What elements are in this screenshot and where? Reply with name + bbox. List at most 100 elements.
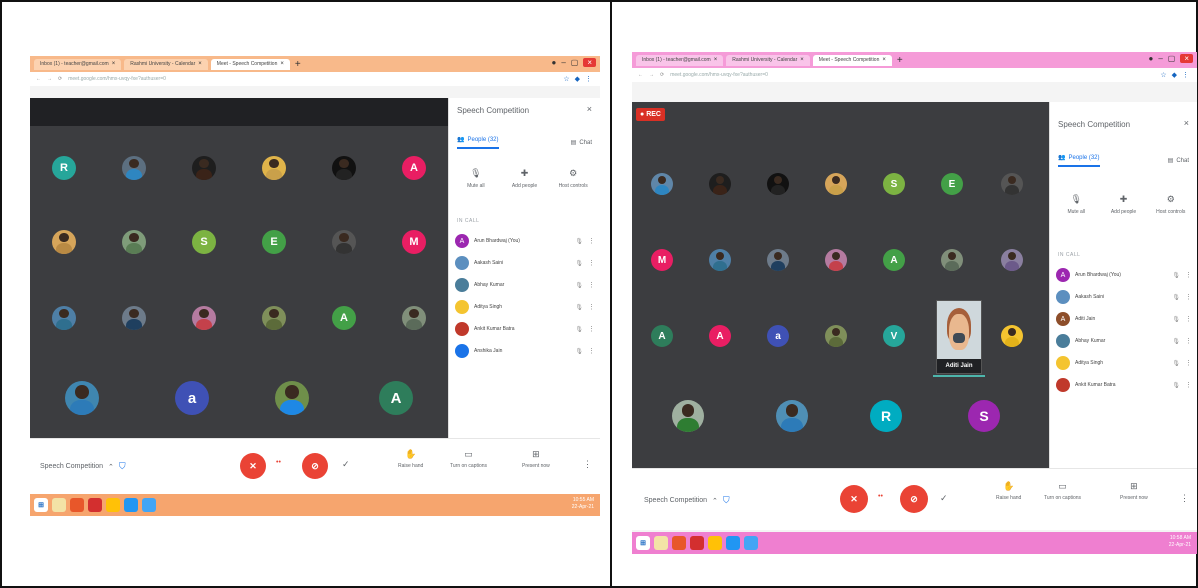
close-window-icon[interactable]: × (583, 58, 596, 67)
mic-icon[interactable]: 🎙 (1172, 338, 1180, 345)
mic-icon[interactable]: 🎙 (1172, 360, 1180, 367)
browser-tab[interactable]: Inbox (1) - teacher@gmail.com × (636, 54, 724, 66)
browser-tab-active[interactable]: Meet - Speech Competition × (812, 54, 892, 66)
more-options-icon[interactable]: ⋮ (588, 347, 595, 355)
more-options-icon[interactable]: ⋮ (1185, 315, 1192, 323)
participant-row[interactable]: Ankit Kumar Batra 🎙 ⋮ (455, 320, 595, 338)
more-options-icon[interactable]: ⋮ (588, 259, 595, 267)
mic-icon[interactable]: 🎙 (575, 304, 583, 311)
mic-icon[interactable]: 🎙 (575, 260, 583, 267)
more-options-icon[interactable]: ⋮ (588, 325, 595, 333)
meeting-details[interactable]: Speech Competition ⌃ ⛉ (644, 495, 730, 506)
browser-tab[interactable]: Inbox (1) - teacher@gmail.com × (34, 58, 122, 70)
star-icon[interactable]: ☆ (563, 75, 569, 83)
mute-all-button[interactable]: 🎙 Mute all (1056, 194, 1097, 215)
pdf-icon[interactable] (88, 498, 102, 512)
raise-hand-button[interactable]: ✋ Raise hand (398, 449, 423, 469)
chrome-icon[interactable] (106, 498, 120, 512)
present-now-button[interactable]: ⊞ Present now (1120, 481, 1148, 501)
participant-row[interactable]: Abhay Kumar 🎙 ⋮ (1056, 332, 1192, 350)
new-tab-icon[interactable]: + (897, 55, 903, 66)
mic-icon[interactable]: 🎙 (575, 348, 583, 355)
menu-icon[interactable]: ⋮ (1182, 71, 1189, 79)
add-people-button[interactable]: ✚ Add people (1103, 194, 1144, 215)
browser-tab-active[interactable]: Meet - Speech Competition × (210, 58, 290, 70)
menu-icon[interactable]: ⋮ (585, 75, 592, 83)
participant-row[interactable]: Aakash Saini 🎙 ⋮ (455, 254, 595, 272)
more-options-icon[interactable]: ⋮ (1185, 381, 1192, 389)
forward-icon[interactable]: → (47, 76, 52, 82)
meeting-details[interactable]: Speech Competition ⌃ ⛉ (40, 461, 126, 472)
tab-chat[interactable]: ▤ Chat (1168, 154, 1189, 167)
reload-icon[interactable]: ⟳ (660, 72, 664, 78)
more-options-icon[interactable]: ⋮ (588, 237, 595, 245)
start-icon[interactable]: ⊞ (34, 498, 48, 512)
more-options-icon[interactable]: ⋮ (1185, 271, 1192, 279)
mic-toggle-button[interactable]: ✕ (240, 453, 266, 479)
host-controls-button[interactable]: ⚙ Host controls (1151, 194, 1192, 215)
edge-icon[interactable] (124, 498, 138, 512)
store-icon[interactable] (142, 498, 156, 512)
firefox-icon[interactable] (672, 536, 686, 550)
present-now-button[interactable]: ⊞ Present now (522, 449, 550, 469)
leave-call-icon[interactable]: •• (276, 459, 281, 466)
mute-all-button[interactable]: 🎙 Mute all (455, 168, 497, 189)
captions-button[interactable]: ▭ Turn on captions (1044, 481, 1081, 501)
chrome-icon[interactable] (708, 536, 722, 550)
more-options-icon[interactable]: ⋮ (1185, 337, 1192, 345)
url-field[interactable]: meet.google.com/hmx-uvqy-fxe?authuser=0 (68, 76, 557, 82)
maximize-icon[interactable]: ▢ (571, 58, 579, 67)
more-options-icon[interactable]: ⋮ (1180, 493, 1189, 504)
tab-people[interactable]: 👥 People (32) (1058, 154, 1100, 167)
raise-hand-button[interactable]: ✋ Raise hand (996, 481, 1021, 501)
forward-icon[interactable]: → (649, 72, 654, 78)
minimize-icon[interactable]: – (1158, 54, 1162, 63)
edge-icon[interactable] (726, 536, 740, 550)
mic-icon[interactable]: 🎙 (575, 326, 583, 333)
close-tab-icon[interactable]: × (280, 59, 284, 70)
more-options-icon[interactable]: ⋮ (588, 281, 595, 289)
participant-row[interactable]: Abhay Kumar 🎙 ⋮ (455, 276, 595, 294)
firefox-icon[interactable] (70, 498, 84, 512)
extension-icon[interactable]: ◆ (1172, 71, 1177, 79)
start-icon[interactable]: ⊞ (636, 536, 650, 550)
minimize-icon[interactable]: – (561, 58, 565, 67)
profile-icon[interactable]: ● (551, 58, 556, 67)
participant-row[interactable]: Aditya Singh 🎙 ⋮ (1056, 354, 1192, 372)
pdf-icon[interactable] (690, 536, 704, 550)
mic-icon[interactable]: 🎙 (1172, 272, 1180, 279)
url-field[interactable]: meet.google.com/hmx-uvqy-fxe?authuser=0 (670, 72, 1154, 78)
captions-button[interactable]: ▭ Turn on captions (450, 449, 487, 469)
mic-icon[interactable]: 🎙 (1172, 316, 1180, 323)
camera-toggle-button[interactable]: ⊘ (302, 453, 328, 479)
reload-icon[interactable]: ⟳ (58, 76, 62, 82)
participant-row[interactable]: Ankit Kumar Batra 🎙 ⋮ (1056, 376, 1192, 394)
profile-icon[interactable]: ● (1148, 54, 1153, 63)
more-options-icon[interactable]: ⋮ (1185, 359, 1192, 367)
tab-people[interactable]: 👥 People (32) (457, 136, 499, 149)
more-options-icon[interactable]: ⋮ (1185, 293, 1192, 301)
mic-icon[interactable]: 🎙 (1172, 382, 1180, 389)
participant-row[interactable]: Anshika Jain 🎙 ⋮ (455, 342, 595, 360)
close-window-icon[interactable]: × (1180, 54, 1193, 63)
search-icon[interactable] (52, 498, 66, 512)
maximize-icon[interactable]: ▢ (1168, 54, 1176, 63)
participant-row[interactable]: Aakash Saini 🎙 ⋮ (1056, 288, 1192, 306)
mic-icon[interactable]: 🎙 (1172, 294, 1180, 301)
participant-row[interactable]: A Arun Bhardwaj (You) 🎙 ⋮ (455, 232, 595, 250)
close-tab-icon[interactable]: × (800, 55, 804, 66)
mic-toggle-button[interactable]: ✕ (840, 485, 868, 513)
participant-row[interactable]: A Aditi Jain 🎙 ⋮ (1056, 310, 1192, 328)
more-options-icon[interactable]: ⋮ (588, 303, 595, 311)
participant-row[interactable]: A Arun Bhardwaj (You) 🎙 ⋮ (1056, 266, 1192, 284)
back-icon[interactable]: ← (638, 72, 643, 78)
participant-row[interactable]: Aditya Singh 🎙 ⋮ (455, 298, 595, 316)
back-icon[interactable]: ← (36, 76, 41, 82)
extension-icon[interactable]: ◆ (575, 75, 580, 83)
close-panel-icon[interactable]: × (1184, 118, 1189, 128)
close-panel-icon[interactable]: × (587, 104, 592, 114)
close-tab-icon[interactable]: × (882, 55, 886, 66)
mic-icon[interactable]: 🎙 (575, 238, 583, 245)
browser-tab[interactable]: Rashmi University - Calendar × (726, 54, 810, 66)
mic-icon[interactable]: 🎙 (575, 282, 583, 289)
